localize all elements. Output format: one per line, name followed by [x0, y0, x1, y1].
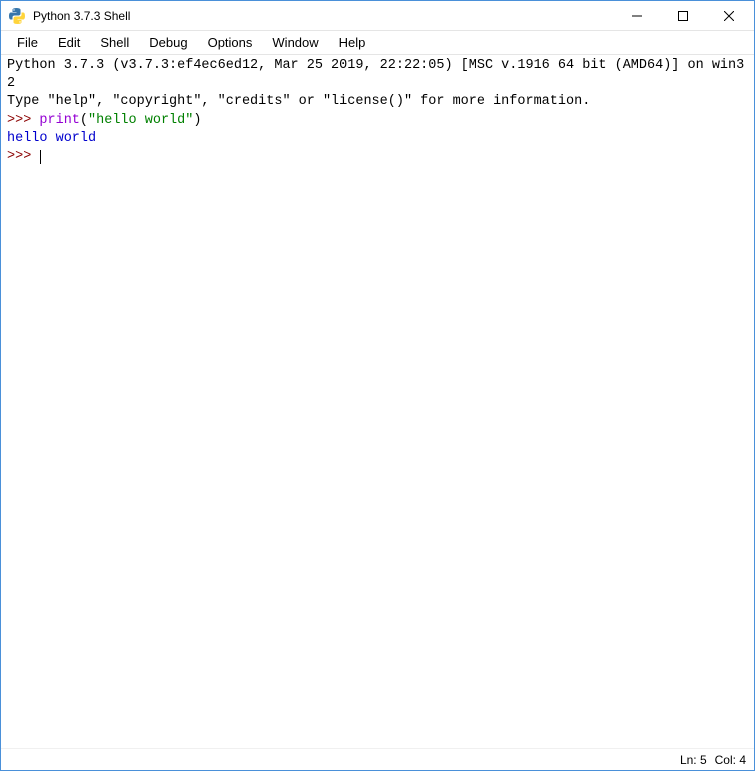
close-button[interactable]	[706, 1, 752, 31]
paren-close: )	[193, 113, 201, 128]
status-col: Col: 4	[715, 753, 746, 767]
shell-text-area[interactable]: Python 3.7.3 (v3.7.3:ef4ec6ed12, Mar 25 …	[1, 55, 754, 748]
menu-options[interactable]: Options	[198, 33, 263, 52]
text-cursor	[40, 150, 41, 164]
output-line: hello world	[7, 131, 96, 146]
banner-line-1: Python 3.7.3 (v3.7.3:ef4ec6ed12, Mar 25 …	[7, 58, 744, 91]
input-string: "hello world"	[88, 113, 193, 128]
minimize-button[interactable]	[614, 1, 660, 31]
prompt-current: >>>	[7, 149, 39, 164]
menu-debug[interactable]: Debug	[139, 33, 197, 52]
paren-open: (	[80, 113, 88, 128]
window-title: Python 3.7.3 Shell	[31, 9, 614, 23]
maximize-button[interactable]	[660, 1, 706, 31]
menu-bar: File Edit Shell Debug Options Window Hel…	[1, 31, 754, 55]
status-bar: Ln: 5 Col: 4	[1, 748, 754, 770]
input-call: print	[39, 113, 80, 128]
python-icon	[9, 8, 25, 24]
menu-edit[interactable]: Edit	[48, 33, 90, 52]
menu-window[interactable]: Window	[262, 33, 328, 52]
title-bar: Python 3.7.3 Shell	[1, 1, 754, 31]
banner-line-2: Type "help", "copyright", "credits" or "…	[7, 94, 590, 109]
menu-file[interactable]: File	[7, 33, 48, 52]
prompt: >>>	[7, 113, 39, 128]
status-line: Ln: 5	[680, 753, 707, 767]
menu-help[interactable]: Help	[329, 33, 376, 52]
menu-shell[interactable]: Shell	[90, 33, 139, 52]
window-controls	[614, 1, 752, 30]
